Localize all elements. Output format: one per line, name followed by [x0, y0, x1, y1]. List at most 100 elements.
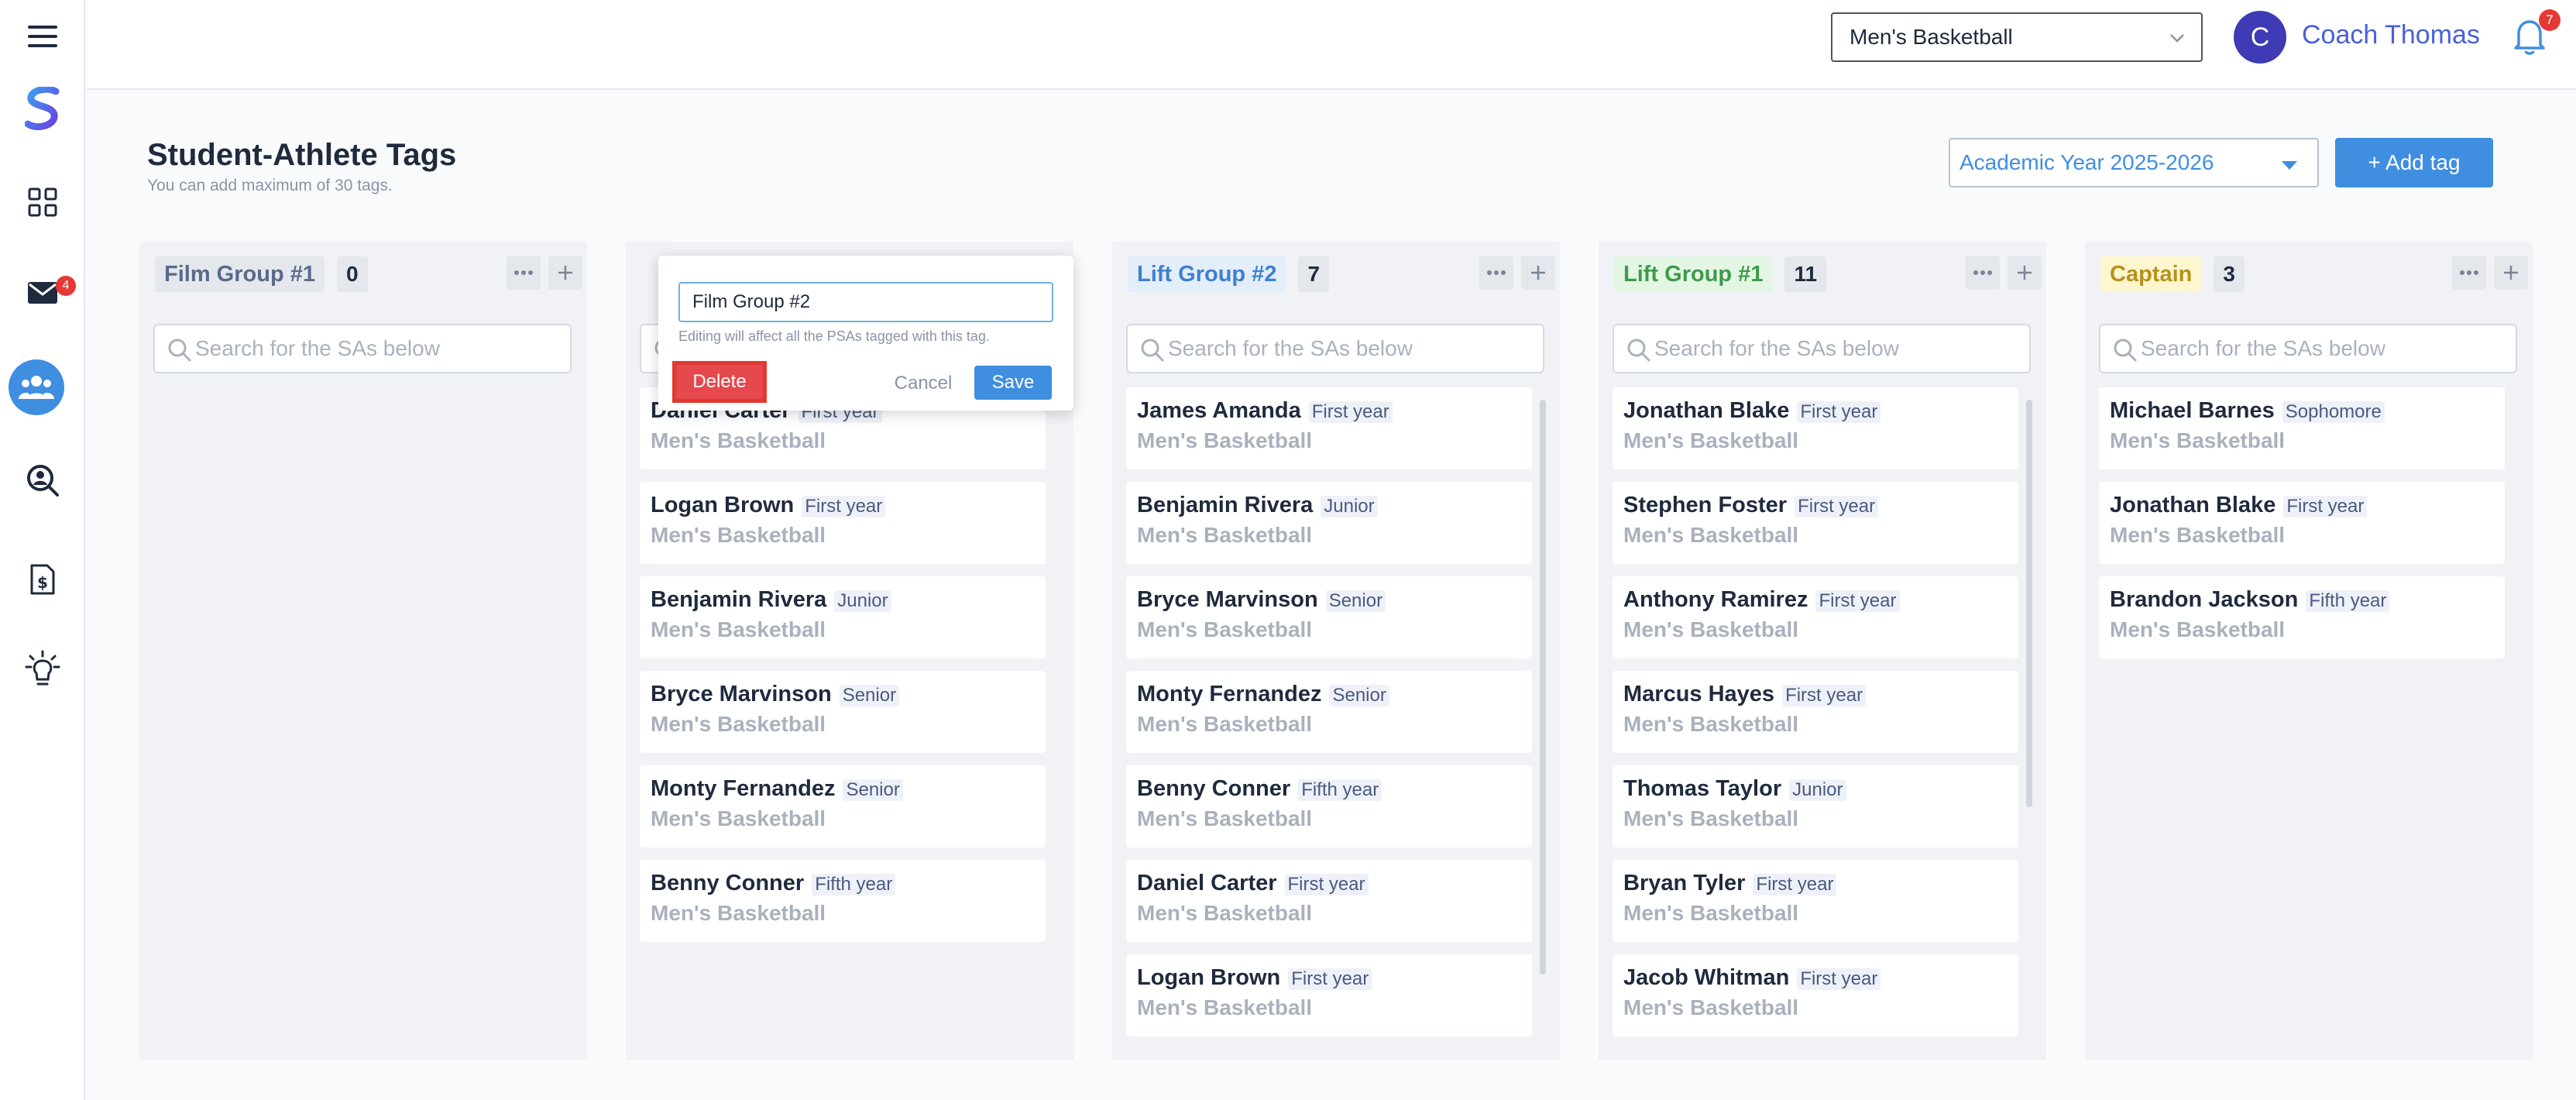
sa-card[interactable]: Anthony Ramirez First year Men's Basketbal… — [1613, 576, 2018, 658]
add-sa-icon[interactable] — [1521, 256, 1555, 290]
more-options-icon[interactable] — [507, 256, 541, 290]
add-sa-icon[interactable] — [548, 256, 582, 290]
sa-card[interactable]: Stephen Foster First year Men's Basketball — [1613, 482, 2018, 564]
lightbulb-icon[interactable] — [0, 649, 85, 693]
user-name[interactable]: Coach Thomas — [2302, 20, 2480, 50]
sa-sport: Men's Basketball — [1623, 712, 1799, 736]
sa-name: Logan Brown — [651, 493, 795, 517]
logo-icon[interactable] — [0, 85, 85, 132]
sa-card[interactable]: Bryce Marvinson Senior Men's Basketball — [1126, 576, 1532, 658]
sa-year-badge: First year — [1288, 968, 1372, 990]
sa-card[interactable]: Benjamin Rivera Junior Men's Basketball — [640, 576, 1046, 658]
tag-count: 11 — [1784, 256, 1827, 292]
sa-sport: Men's Basketball — [1137, 428, 1313, 452]
sa-search-input[interactable]: Search for the SAs below — [1126, 324, 1544, 373]
search-person-icon[interactable] — [0, 462, 85, 499]
sa-card[interactable]: Logan Brown First year Men's Basketball — [1126, 954, 1532, 1036]
search-icon — [2114, 339, 2137, 362]
sa-sport: Men's Basketball — [651, 617, 826, 641]
sa-sport: Men's Basketball — [2110, 428, 2286, 452]
sa-year-badge: First year — [2283, 496, 2368, 517]
sa-year-badge: Senior — [839, 685, 900, 706]
sa-card[interactable]: Benjamin Rivera Junior Men's Basketball — [1126, 482, 1532, 564]
more-options-icon[interactable] — [1966, 256, 2000, 290]
sa-name: Thomas Taylor — [1623, 776, 1782, 801]
sa-name: James Amanda — [1137, 398, 1301, 423]
tag-column: Lift Group #2 7 Search for the SAs below Ja… — [1112, 242, 1560, 1060]
sa-card[interactable]: Jacob Whitman First year Men's Basketball — [1613, 954, 2018, 1036]
academic-year-selector[interactable]: Academic Year 2025-2026 — [1949, 138, 2319, 187]
sa-card[interactable]: Monty Fernandez Senior Men's Basketball — [1126, 671, 1532, 753]
delete-tag-highlight: Delete — [672, 361, 767, 403]
notification-badge: 7 — [2539, 9, 2561, 31]
sa-year-badge: Senior — [1325, 590, 1386, 612]
tag-count: 7 — [1298, 256, 1330, 292]
sa-year-badge: First year — [802, 496, 886, 517]
tag-label[interactable]: Lift Group #2 — [1128, 256, 1286, 292]
scrollbar[interactable] — [2026, 400, 2032, 807]
add-sa-icon[interactable] — [2494, 256, 2528, 290]
sa-sport: Men's Basketball — [651, 901, 826, 925]
caret-down-icon — [2282, 161, 2297, 170]
save-button[interactable]: Save — [974, 366, 1052, 400]
sa-search-input[interactable]: Search for the SAs below — [153, 324, 572, 373]
search-placeholder: Search for the SAs below — [1168, 336, 1413, 360]
tag-name-input[interactable]: Film Group #2 — [678, 282, 1053, 322]
tag-column: Captain 3 Search for the SAs below Michael … — [2085, 242, 2533, 1060]
sa-card[interactable]: Jonathan Blake First year Men's Basketball — [1613, 387, 2018, 469]
sa-card[interactable]: Bryan Tyler First year Men's Basketball — [1613, 860, 2018, 942]
sa-year-badge: Junior — [1789, 779, 1846, 801]
sa-card[interactable]: Benny Conner Fifth year Men's Basketball — [640, 860, 1046, 942]
avatar[interactable]: C — [2234, 11, 2286, 64]
sa-card-list: Michael Barnes Sophomore Men's Basketball J… — [2099, 387, 2517, 1043]
dashboard-grid-icon[interactable] — [0, 184, 85, 220]
sa-year-badge: First year — [1782, 685, 1867, 706]
sa-card[interactable]: Jonathan Blake First year Men's Basketball — [2099, 482, 2505, 564]
sa-name: Daniel Carter — [1137, 871, 1277, 895]
sa-sport: Men's Basketball — [1137, 617, 1313, 641]
sa-year-badge: Senior — [1329, 685, 1389, 706]
sa-sport: Men's Basketball — [1137, 995, 1313, 1019]
sa-year-badge: Fifth year — [812, 874, 896, 895]
cancel-button[interactable]: Cancel — [880, 367, 967, 400]
add-sa-icon[interactable] — [2008, 256, 2042, 290]
sa-card[interactable]: Benny Conner Fifth year Men's Basketball — [1126, 765, 1532, 847]
sa-card[interactable]: Bryce Marvinson Senior Men's Basketball — [640, 671, 1046, 753]
sa-card[interactable]: Brandon Jackson Fifth year Men's Basketbal… — [2099, 576, 2505, 658]
tag-label[interactable]: Lift Group #1 — [1614, 256, 1773, 292]
sa-card-list — [153, 387, 572, 1043]
sa-card[interactable]: Marcus Hayes First year Men's Basketball — [1613, 671, 2018, 753]
people-group-icon[interactable] — [9, 359, 64, 415]
sa-card[interactable]: Daniel Carter First year Men's Basketball — [1126, 860, 1532, 942]
sa-sport: Men's Basketball — [1623, 995, 1799, 1019]
more-options-icon[interactable] — [2452, 256, 2486, 290]
sa-name: Benjamin Rivera — [1137, 493, 1314, 517]
sa-card[interactable]: James Amanda First year Men's Basketball — [1126, 387, 1532, 469]
search-icon — [1141, 339, 1164, 362]
sa-search-input[interactable]: Search for the SAs below — [1613, 324, 2031, 373]
academic-year-value: Academic Year 2025-2026 — [1959, 150, 2214, 174]
menu-icon[interactable] — [0, 20, 85, 53]
sa-sport: Men's Basketball — [2110, 523, 2286, 547]
sa-search-input[interactable]: Search for the SAs below — [2099, 324, 2517, 373]
add-tag-button[interactable]: + Add tag — [2335, 138, 2493, 187]
sa-sport: Men's Basketball — [1623, 617, 1799, 641]
sa-year-badge: Junior — [834, 590, 891, 612]
document-dollar-icon[interactable]: $ — [0, 561, 85, 598]
sa-name: Stephen Foster — [1623, 493, 1788, 517]
sa-sport: Men's Basketball — [1137, 523, 1313, 547]
sa-card[interactable]: Michael Barnes Sophomore Men's Basketball — [2099, 387, 2505, 469]
page-title: Student-Athlete Tags — [147, 138, 457, 172]
delete-tag-button[interactable]: Delete — [676, 365, 763, 399]
sport-selector[interactable]: Men's Basketball — [1831, 12, 2203, 62]
sa-sport: Men's Basketball — [1623, 806, 1799, 830]
tag-label[interactable]: Film Group #1 — [155, 256, 325, 292]
sa-card[interactable]: Monty Fernandez Senior Men's Basketball — [640, 765, 1046, 847]
scrollbar[interactable] — [1540, 400, 1546, 975]
mail-badge: 4 — [56, 276, 76, 296]
more-options-icon[interactable] — [1479, 256, 1513, 290]
sa-card[interactable]: Logan Brown First year Men's Basketball — [640, 482, 1046, 564]
tag-label[interactable]: Captain — [2100, 256, 2202, 292]
page-subtitle: You can add maximum of 30 tags. — [147, 177, 393, 194]
sa-card[interactable]: Thomas Taylor Junior Men's Basketball — [1613, 765, 2018, 847]
